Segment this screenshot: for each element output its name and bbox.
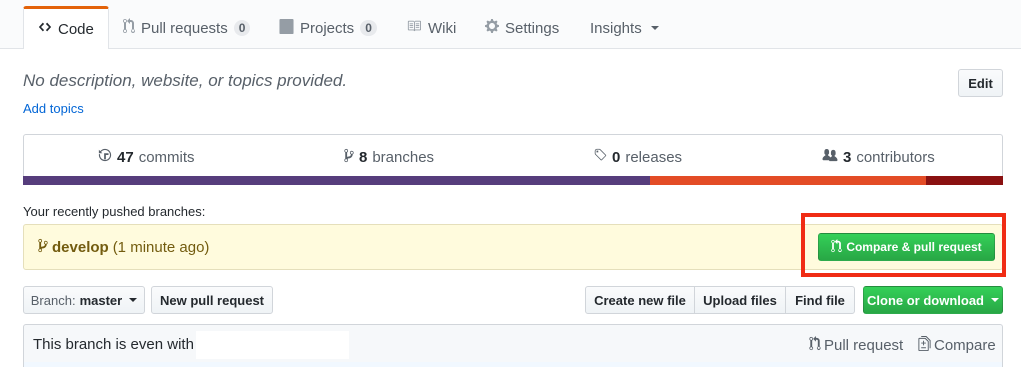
branch-select-menu[interactable]: Branch: master xyxy=(23,286,145,314)
clone-or-download-button[interactable]: Clone or download xyxy=(863,286,1003,314)
annotation-highlight-box xyxy=(801,213,1006,277)
pull-requests-counter: 0 xyxy=(233,20,251,36)
people-icon xyxy=(822,148,838,167)
recent-branches-label: Your recently pushed branches: xyxy=(23,204,206,219)
releases-count: 0 xyxy=(612,148,621,166)
recent-branch-info: develop (1 minute ago) xyxy=(38,238,209,257)
tab-wiki[interactable]: Wiki xyxy=(406,8,456,48)
language-bar[interactable] xyxy=(23,176,1003,185)
redacted-area xyxy=(196,331,349,359)
tab-projects-label: Projects xyxy=(300,19,355,37)
new-pull-request-button[interactable]: New pull request xyxy=(151,286,273,314)
repo-nav: Code Pull requests 0 Projects 0 Wiki Set… xyxy=(0,0,1021,49)
caret-down-icon xyxy=(650,26,659,30)
projects-counter: 0 xyxy=(360,20,377,36)
git-pull-request-icon xyxy=(123,18,135,38)
clone-or-download-label: Clone or download xyxy=(867,292,984,308)
find-file-button[interactable]: Find file xyxy=(785,286,855,314)
branch-status-bar: This branch is even with Pull request Co… xyxy=(23,324,1003,367)
tab-insights-label: Insights xyxy=(590,19,642,37)
contributors-link[interactable]: 3 contributors xyxy=(822,148,935,167)
language-bar-segment xyxy=(23,176,651,185)
language-bar-segment xyxy=(650,176,926,185)
create-new-file-button[interactable]: Create new file xyxy=(585,286,695,314)
branch-name: master xyxy=(79,292,123,308)
contributors-label: contributors xyxy=(856,149,935,166)
book-icon xyxy=(406,19,422,37)
tag-icon xyxy=(593,148,607,166)
project-icon xyxy=(279,18,294,38)
tab-settings[interactable]: Settings xyxy=(485,8,559,48)
tab-pull-requests-label: Pull requests xyxy=(141,19,228,37)
releases-label: releases xyxy=(625,148,683,166)
tab-settings-label: Settings xyxy=(505,19,560,37)
diff-icon xyxy=(918,336,931,355)
contributors-count: 3 xyxy=(843,149,852,166)
tab-wiki-label: Wiki xyxy=(428,19,457,37)
language-bar-segment xyxy=(925,176,1003,185)
branches-label: branches xyxy=(372,149,435,166)
caret-down-icon xyxy=(991,298,999,302)
edit-button[interactable]: Edit xyxy=(958,69,1003,97)
add-topics-link[interactable]: Add topics xyxy=(23,101,84,116)
pull-request-label: Pull request xyxy=(824,337,904,354)
tab-projects[interactable]: Projects 0 xyxy=(279,8,377,48)
branches-count: 8 xyxy=(359,149,368,166)
gear-icon xyxy=(485,18,499,38)
caret-down-icon xyxy=(129,298,138,302)
compare-label: Compare xyxy=(934,337,996,354)
pull-request-link[interactable]: Pull request xyxy=(809,336,903,355)
branch-status-text: This branch is even with xyxy=(33,336,194,353)
commits-link[interactable]: 47 commits xyxy=(98,148,195,166)
git-branch-icon xyxy=(344,148,354,167)
commits-label: commits xyxy=(138,148,195,166)
tab-insights[interactable]: Insights xyxy=(590,8,659,48)
code-icon xyxy=(38,20,52,38)
branch-prefix: Branch: xyxy=(30,292,76,308)
compare-link[interactable]: Compare xyxy=(918,336,996,355)
git-branch-icon xyxy=(38,238,48,257)
upload-files-button[interactable]: Upload files xyxy=(694,286,786,314)
recent-branch-time: (1 minute ago) xyxy=(112,239,210,256)
tab-code-label: Code xyxy=(58,20,94,38)
releases-link[interactable]: 0 releases xyxy=(593,148,682,166)
file-list-top xyxy=(24,362,1002,367)
tab-code[interactable]: Code xyxy=(23,6,109,49)
commits-count: 47 xyxy=(117,148,134,166)
recent-branch-name[interactable]: develop xyxy=(52,239,109,256)
repo-description: No description, website, or topics provi… xyxy=(23,71,348,90)
tab-pull-requests[interactable]: Pull requests 0 xyxy=(123,8,251,48)
git-pull-request-icon xyxy=(809,336,821,355)
branches-link[interactable]: 8 branches xyxy=(344,148,434,167)
history-icon xyxy=(98,148,112,166)
